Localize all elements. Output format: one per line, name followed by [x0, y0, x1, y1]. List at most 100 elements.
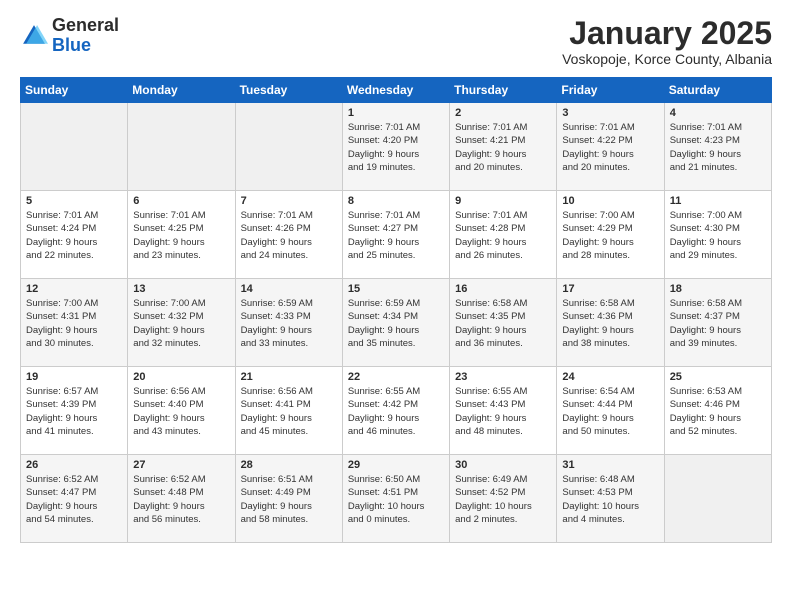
day-info: Sunrise: 6:50 AM Sunset: 4:51 PM Dayligh…: [348, 473, 444, 526]
calendar-cell: 16 Sunrise: 6:58 AM Sunset: 4:35 PM Dayli…: [450, 279, 557, 367]
day-number: 12: [26, 283, 122, 295]
calendar-cell: 13Sunrise: 7:00 AM Sunset: 4:32 PM Dayli…: [128, 279, 235, 367]
day-info: Sunrise: 6:56 AM Sunset: 4:41 PM Dayligh…: [241, 385, 337, 438]
calendar-cell: 21 Sunrise: 6:56 AM Sunset: 4:41 PM Dayli…: [235, 367, 342, 455]
calendar-cell: 2Sunrise: 7:01 AM Sunset: 4:21 PM Daylig…: [450, 103, 557, 191]
calendar-cell: 29Sunrise: 6:50 AM Sunset: 4:51 PM Dayli…: [342, 455, 449, 543]
calendar-cell: 4 Sunrise: 7:01 AM Sunset: 4:23 PM Daylig…: [664, 103, 771, 191]
calendar-cell: 31 Sunrise: 6:48 AM Sunset: 4:53 PM Dayli…: [557, 455, 664, 543]
day-info: Sunrise: 7:01 AM Sunset: 4:23 PM Dayligh…: [670, 121, 766, 174]
day-info: Sunrise: 6:54 AM Sunset: 4:44 PM Dayligh…: [562, 385, 658, 438]
day-info: Sunrise: 6:59 AM Sunset: 4:33 PM Dayligh…: [241, 297, 337, 350]
calendar-cell: 27Sunrise: 6:52 AM Sunset: 4:48 PM Dayli…: [128, 455, 235, 543]
col-sunday: Sunday: [21, 78, 128, 103]
header-row: Sunday Monday Tuesday Wednesday Thursday…: [21, 78, 772, 103]
calendar-cell: 19Sunrise: 6:57 AM Sunset: 4:39 PM Dayli…: [21, 367, 128, 455]
day-number: 5: [26, 195, 122, 207]
day-number: 20: [133, 371, 229, 383]
day-number: 4: [670, 107, 766, 119]
col-saturday: Saturday: [664, 78, 771, 103]
calendar-cell: 28 Sunrise: 6:51 AM Sunset: 4:49 PM Dayli…: [235, 455, 342, 543]
calendar-week-row: 1 Sunrise: 7:01 AM Sunset: 4:20 PM Daylig…: [21, 103, 772, 191]
day-number: 24: [562, 371, 658, 383]
day-number: 22: [348, 371, 444, 383]
day-number: 31: [562, 459, 658, 471]
calendar-table: Sunday Monday Tuesday Wednesday Thursday…: [20, 77, 772, 543]
day-number: 30: [455, 459, 551, 471]
day-info: Sunrise: 7:01 AM Sunset: 4:20 PM Dayligh…: [348, 121, 444, 174]
day-number: 25: [670, 371, 766, 383]
day-info: Sunrise: 7:00 AM Sunset: 4:31 PM Dayligh…: [26, 297, 122, 350]
day-info: Sunrise: 7:01 AM Sunset: 4:26 PM Dayligh…: [241, 209, 337, 262]
day-number: 10: [562, 195, 658, 207]
calendar-cell: [21, 103, 128, 191]
calendar-cell: 26 Sunrise: 6:52 AM Sunset: 4:47 PM Dayli…: [21, 455, 128, 543]
month-title: January 2025: [562, 16, 772, 51]
calendar-cell: [128, 103, 235, 191]
calendar-cell: 1 Sunrise: 7:01 AM Sunset: 4:20 PM Daylig…: [342, 103, 449, 191]
calendar-cell: 22 Sunrise: 6:55 AM Sunset: 4:42 PM Dayli…: [342, 367, 449, 455]
calendar-cell: 5Sunrise: 7:01 AM Sunset: 4:24 PM Daylig…: [21, 191, 128, 279]
calendar-cell: 15Sunrise: 6:59 AM Sunset: 4:34 PM Dayli…: [342, 279, 449, 367]
calendar-cell: 23 Sunrise: 6:55 AM Sunset: 4:43 PM Dayli…: [450, 367, 557, 455]
day-number: 16: [455, 283, 551, 295]
day-info: Sunrise: 6:55 AM Sunset: 4:42 PM Dayligh…: [348, 385, 444, 438]
day-number: 18: [670, 283, 766, 295]
day-number: 7: [241, 195, 337, 207]
day-number: 14: [241, 283, 337, 295]
day-number: 21: [241, 371, 337, 383]
calendar-cell: 11 Sunrise: 7:00 AM Sunset: 4:30 PM Dayli…: [664, 191, 771, 279]
calendar-cell: 7 Sunrise: 7:01 AM Sunset: 4:26 PM Daylig…: [235, 191, 342, 279]
day-number: 28: [241, 459, 337, 471]
calendar-week-row: 5Sunrise: 7:01 AM Sunset: 4:24 PM Daylig…: [21, 191, 772, 279]
calendar-cell: 17Sunrise: 6:58 AM Sunset: 4:36 PM Dayli…: [557, 279, 664, 367]
day-info: Sunrise: 6:52 AM Sunset: 4:47 PM Dayligh…: [26, 473, 122, 526]
logo: General Blue: [20, 16, 119, 56]
calendar-week-row: 19Sunrise: 6:57 AM Sunset: 4:39 PM Dayli…: [21, 367, 772, 455]
calendar-cell: 20 Sunrise: 6:56 AM Sunset: 4:40 PM Dayli…: [128, 367, 235, 455]
day-info: Sunrise: 6:55 AM Sunset: 4:43 PM Dayligh…: [455, 385, 551, 438]
logo-text: General Blue: [52, 16, 119, 56]
day-info: Sunrise: 6:48 AM Sunset: 4:53 PM Dayligh…: [562, 473, 658, 526]
calendar-cell: 10 Sunrise: 7:00 AM Sunset: 4:29 PM Dayli…: [557, 191, 664, 279]
day-number: 27: [133, 459, 229, 471]
calendar-cell: 30 Sunrise: 6:49 AM Sunset: 4:52 PM Dayli…: [450, 455, 557, 543]
day-info: Sunrise: 7:00 AM Sunset: 4:32 PM Dayligh…: [133, 297, 229, 350]
day-info: Sunrise: 6:58 AM Sunset: 4:35 PM Dayligh…: [455, 297, 551, 350]
calendar-cell: 8 Sunrise: 7:01 AM Sunset: 4:27 PM Daylig…: [342, 191, 449, 279]
day-number: 15: [348, 283, 444, 295]
calendar-week-row: 12 Sunrise: 7:00 AM Sunset: 4:31 PM Dayli…: [21, 279, 772, 367]
day-number: 23: [455, 371, 551, 383]
logo-general: General: [52, 15, 119, 35]
day-info: Sunrise: 6:51 AM Sunset: 4:49 PM Dayligh…: [241, 473, 337, 526]
day-info: Sunrise: 7:00 AM Sunset: 4:29 PM Dayligh…: [562, 209, 658, 262]
calendar-cell: 18Sunrise: 6:58 AM Sunset: 4:37 PM Dayli…: [664, 279, 771, 367]
day-info: Sunrise: 6:57 AM Sunset: 4:39 PM Dayligh…: [26, 385, 122, 438]
col-friday: Friday: [557, 78, 664, 103]
calendar-cell: [235, 103, 342, 191]
day-info: Sunrise: 6:58 AM Sunset: 4:36 PM Dayligh…: [562, 297, 658, 350]
calendar-header: Sunday Monday Tuesday Wednesday Thursday…: [21, 78, 772, 103]
calendar-cell: 3 Sunrise: 7:01 AM Sunset: 4:22 PM Daylig…: [557, 103, 664, 191]
day-number: 11: [670, 195, 766, 207]
calendar-cell: 12 Sunrise: 7:00 AM Sunset: 4:31 PM Dayli…: [21, 279, 128, 367]
day-number: 3: [562, 107, 658, 119]
calendar-week-row: 26 Sunrise: 6:52 AM Sunset: 4:47 PM Dayli…: [21, 455, 772, 543]
calendar-cell: 9Sunrise: 7:01 AM Sunset: 4:28 PM Daylig…: [450, 191, 557, 279]
calendar-cell: 6Sunrise: 7:01 AM Sunset: 4:25 PM Daylig…: [128, 191, 235, 279]
day-info: Sunrise: 6:53 AM Sunset: 4:46 PM Dayligh…: [670, 385, 766, 438]
day-number: 26: [26, 459, 122, 471]
day-number: 1: [348, 107, 444, 119]
day-info: Sunrise: 7:01 AM Sunset: 4:27 PM Dayligh…: [348, 209, 444, 262]
day-info: Sunrise: 6:49 AM Sunset: 4:52 PM Dayligh…: [455, 473, 551, 526]
calendar-cell: 24 Sunrise: 6:54 AM Sunset: 4:44 PM Dayli…: [557, 367, 664, 455]
day-number: 9: [455, 195, 551, 207]
col-monday: Monday: [128, 78, 235, 103]
day-info: Sunrise: 7:00 AM Sunset: 4:30 PM Dayligh…: [670, 209, 766, 262]
location-subtitle: Voskopoje, Korce County, Albania: [562, 51, 772, 67]
day-number: 8: [348, 195, 444, 207]
day-info: Sunrise: 6:56 AM Sunset: 4:40 PM Dayligh…: [133, 385, 229, 438]
col-thursday: Thursday: [450, 78, 557, 103]
day-info: Sunrise: 7:01 AM Sunset: 4:22 PM Dayligh…: [562, 121, 658, 174]
col-wednesday: Wednesday: [342, 78, 449, 103]
